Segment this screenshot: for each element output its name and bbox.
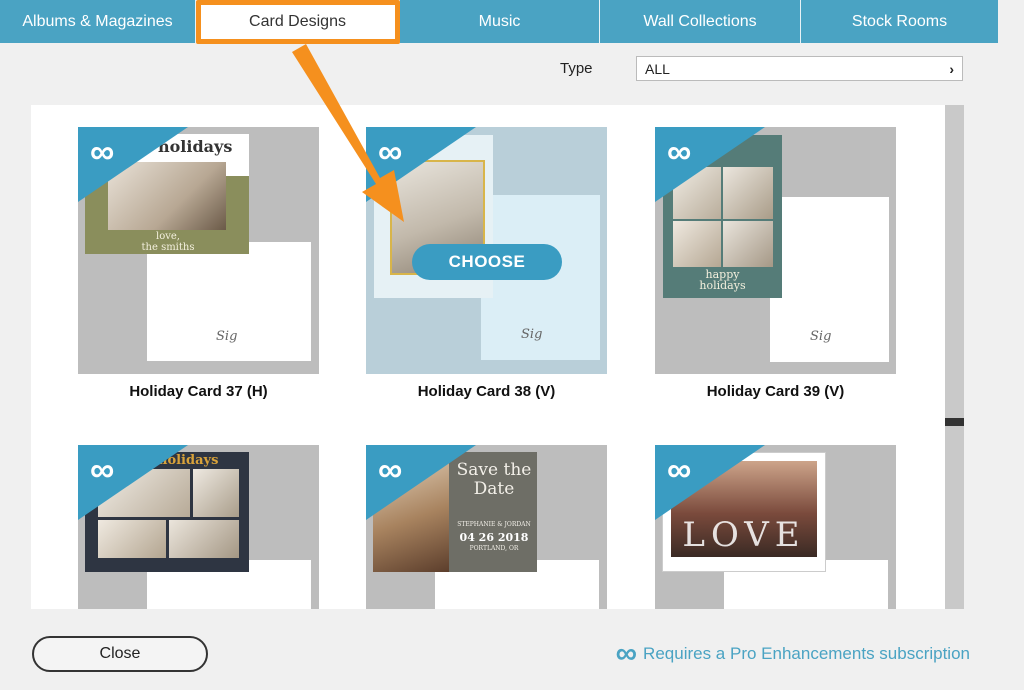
infinity-icon: ∞ [378,451,403,489]
family-photo [723,221,773,267]
infinity-icon: ∞ [90,451,115,489]
type-label: Type [560,60,593,77]
card-title: Holiday Card 37 (H) [129,383,268,400]
infinity-icon: ∞ [615,637,638,670]
design-thumbnail[interactable]: Sig ∞ CHOOSE [366,127,607,374]
pro-subscription-note: ∞ Requires a Pro Enhancements subscripti… [615,637,970,670]
design-grid: Sig holidays love, the smiths ∞ Holiday … [31,105,945,609]
card-names: STEPHANIE & JORDAN [457,521,531,528]
signature-logo: Sig [521,327,543,342]
scrollbar-thumb[interactable] [945,418,964,426]
design-thumbnail[interactable]: LOVE ∞ [655,445,896,609]
design-thumbnail[interactable]: Save the Date STEPHANIE & JORDAN 04 26 2… [366,445,607,609]
design-card[interactable]: Sig happy holidays ∞ Holiday Card 39 (V) [655,127,896,400]
card-title: Holiday Card 38 (V) [417,383,556,400]
type-select-value: ALL [645,60,670,77]
design-card[interactable]: Sig ∞ CHOOSE Holiday Card 38 (V) [366,127,607,400]
card-title: Holiday Card 39 (V) [706,383,845,400]
card-place: PORTLAND, OR [469,545,519,552]
family-photo [98,520,166,558]
family-photo [193,469,239,517]
grid-scrollbar[interactable] [945,105,964,609]
type-filter: Type ALL › [560,56,963,81]
infinity-icon: ∞ [667,133,692,171]
card-caption: love, the smiths [141,231,195,253]
design-thumbnail[interactable]: Sig happy holidays ∞ [655,127,896,374]
infinity-icon: ∞ [667,451,692,489]
type-select[interactable]: ALL › [636,56,963,81]
tab-music[interactable]: Music [400,0,600,43]
design-card[interactable]: LOVE ∞ [655,445,896,609]
choose-button[interactable]: CHOOSE [412,244,562,280]
chevron-right-icon: › [949,60,954,77]
card-word: LOVE [682,515,806,555]
design-thumbnail[interactable]: holidays ∞ [78,445,319,609]
design-thumbnail[interactable]: Sig holidays love, the smiths ∞ [78,127,319,374]
design-card[interactable]: Save the Date STEPHANIE & JORDAN 04 26 2… [366,445,607,609]
tab-stock-rooms[interactable]: Stock Rooms [801,0,998,43]
card-date: 04 26 2018 [459,531,529,544]
signature-logo: Sig [216,329,238,344]
tab-bar: Albums & Magazines Card Designs Music Wa… [0,0,998,43]
close-button[interactable]: Close [32,636,208,672]
family-photo [169,520,239,558]
signature-logo: Sig [810,329,832,344]
card-caption: happy holidays [699,268,746,292]
infinity-icon: ∞ [90,133,115,171]
family-photo [673,221,721,267]
design-card[interactable]: Sig holidays love, the smiths ∞ Holiday … [78,127,319,400]
design-card[interactable]: holidays ∞ [78,445,319,609]
tab-wall-collections[interactable]: Wall Collections [600,0,801,43]
tab-card-designs[interactable]: Card Designs [196,0,400,43]
pro-note-text: Requires a Pro Enhancements subscription [643,644,970,663]
tab-albums-magazines[interactable]: Albums & Magazines [0,0,196,43]
infinity-icon: ∞ [378,133,403,171]
